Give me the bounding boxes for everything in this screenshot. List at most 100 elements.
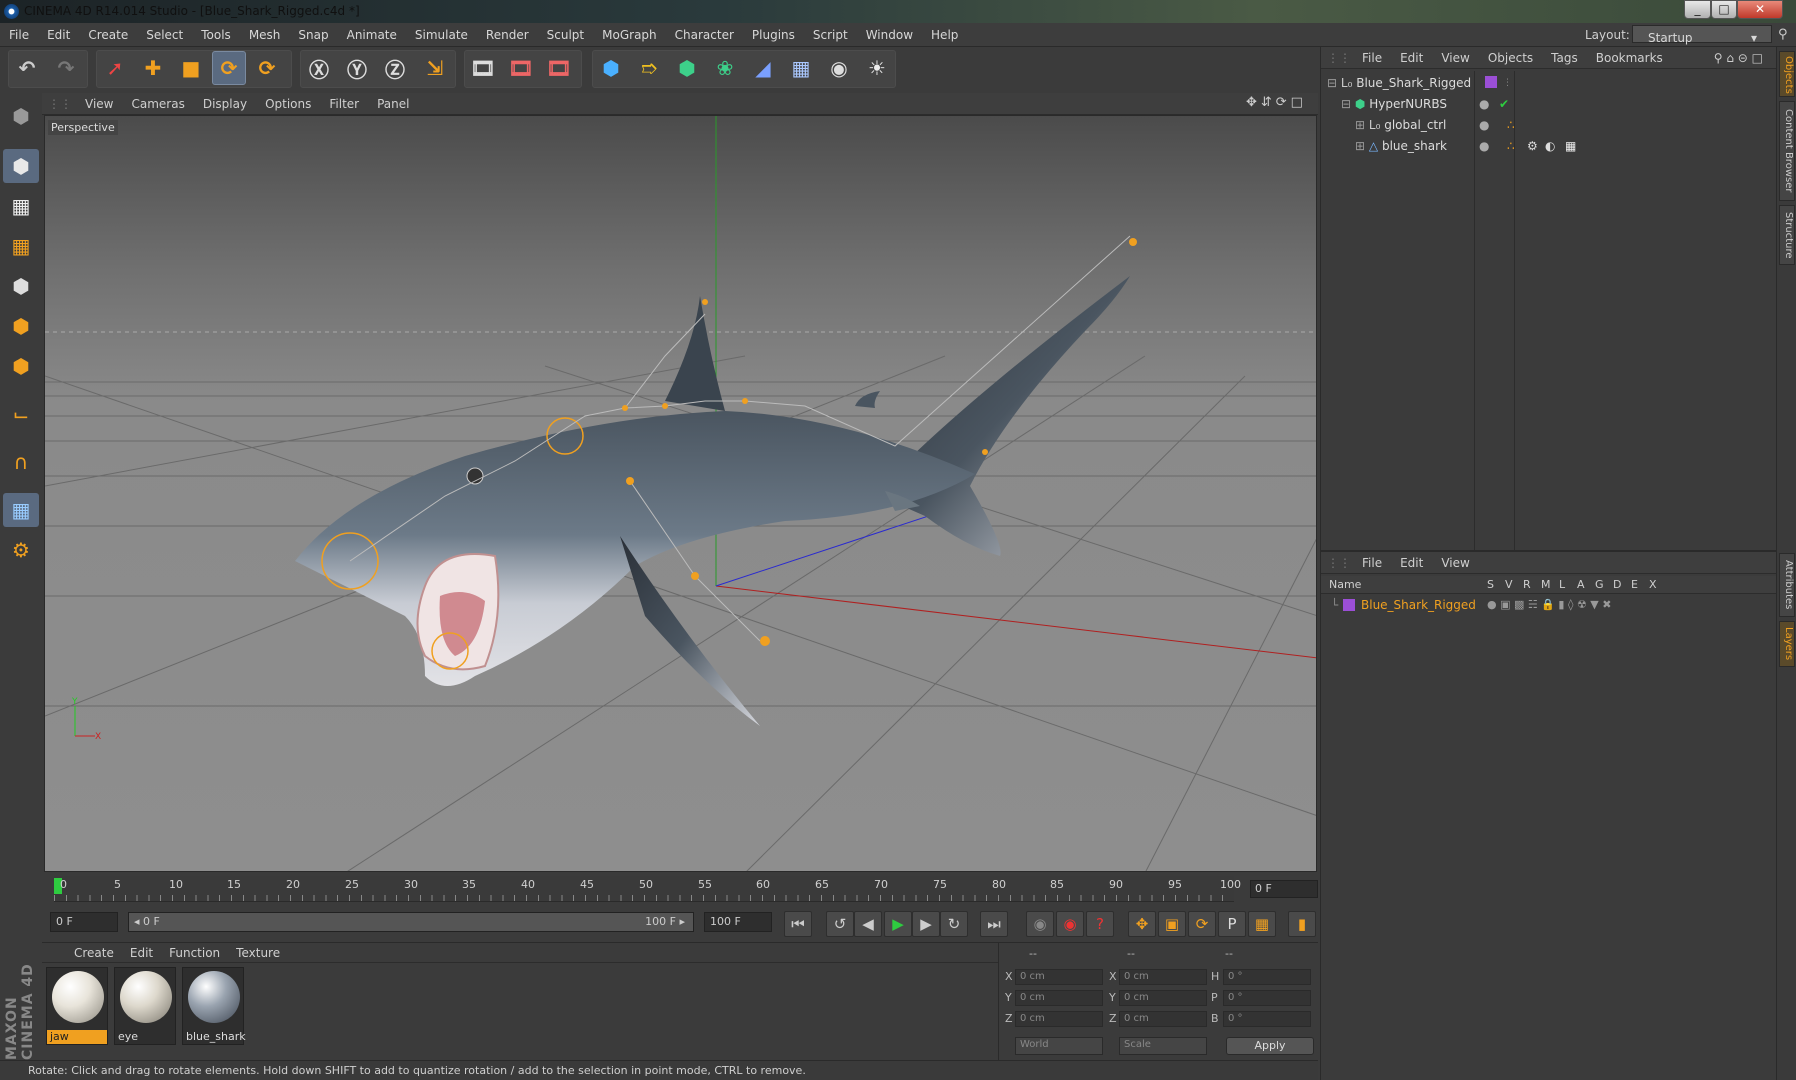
column-expressions[interactable]: E xyxy=(1631,576,1638,594)
record-icon[interactable]: ◉ xyxy=(1056,911,1084,937)
column-view[interactable]: V xyxy=(1505,576,1513,594)
viewport-menu-view[interactable]: View xyxy=(76,93,122,115)
menu-create[interactable]: Create xyxy=(79,23,137,47)
pos-z-field[interactable]: 0 cm xyxy=(1015,1011,1103,1027)
material-menu-create[interactable]: Create xyxy=(66,943,122,963)
cube-icon[interactable]: ⬢ xyxy=(594,51,628,85)
spline-pen-icon[interactable]: ➱ xyxy=(632,51,666,85)
render-view-icon[interactable]: 🎞 xyxy=(466,51,500,85)
search-icon[interactable]: ⚲ xyxy=(1778,27,1788,42)
objects-menu-view[interactable]: View xyxy=(1432,47,1478,69)
apply-button[interactable]: Apply xyxy=(1226,1037,1314,1055)
tab-structure[interactable]: Structure xyxy=(1779,205,1795,265)
material-eye[interactable]: eye xyxy=(114,967,176,1045)
camera-icon[interactable]: ◉ xyxy=(822,51,856,85)
autokey-off-icon[interactable]: ◉ xyxy=(1026,911,1054,937)
y-axis-lock-icon[interactable]: Ⓨ xyxy=(340,51,374,85)
column-manager[interactable]: M xyxy=(1541,576,1551,594)
z-axis-lock-icon[interactable]: Ⓩ xyxy=(378,51,412,85)
range-slider[interactable]: ◂ 0 F 100 F ▸ xyxy=(128,912,694,932)
size-x-field[interactable]: 0 cm xyxy=(1119,969,1207,985)
texture-mode-icon[interactable]: ▦ xyxy=(3,189,39,223)
drag-handle-icon[interactable]: ⋮⋮ xyxy=(42,93,76,115)
key-rotation-icon[interactable]: ⟳ xyxy=(1188,911,1216,937)
tab-layers[interactable]: Layers xyxy=(1779,621,1795,667)
pos-x-field[interactable]: 0 cm xyxy=(1015,969,1103,985)
layer-name[interactable]: Blue_Shark_Rigged xyxy=(1361,596,1476,614)
menu-render[interactable]: Render xyxy=(477,23,538,47)
phong-tag-icon[interactable]: ◐ xyxy=(1545,136,1555,156)
workplane-lock-icon[interactable]: ▦ xyxy=(3,493,39,527)
light-icon[interactable]: ☀ xyxy=(860,51,894,85)
key-scale-icon[interactable]: ▣ xyxy=(1158,911,1186,937)
visibility-dots-icon[interactable]: ● xyxy=(1479,136,1489,156)
menu-plugins[interactable]: Plugins xyxy=(743,23,804,47)
menu-select[interactable]: Select xyxy=(137,23,192,47)
object-row[interactable]: ⊟ L₀ Blue_Shark_Rigged ⋮ xyxy=(1327,73,1767,93)
rotate-tool-icon[interactable]: ⟳ xyxy=(212,51,246,85)
tab-content-browser[interactable]: Content Browser xyxy=(1779,101,1795,201)
floor-icon[interactable]: ▦ xyxy=(784,51,818,85)
material-menu-edit[interactable]: Edit xyxy=(122,943,161,963)
layer-color-swatch[interactable] xyxy=(1343,599,1355,611)
nurbs-icon[interactable]: ⬢ xyxy=(670,51,704,85)
menu-sculpt[interactable]: Sculpt xyxy=(538,23,593,47)
viewport-menu-display[interactable]: Display xyxy=(194,93,256,115)
texture-tag-icon[interactable]: ▦ xyxy=(1565,136,1576,156)
objects-menu-edit[interactable]: Edit xyxy=(1391,47,1432,69)
current-frame-field[interactable]: 0 F xyxy=(1250,880,1318,898)
tab-objects[interactable]: Objects xyxy=(1779,51,1795,97)
viewport-nav-icons[interactable]: ✥⇵⟳□ xyxy=(1246,95,1307,110)
layers-menu-view[interactable]: View xyxy=(1432,552,1478,574)
menu-edit[interactable]: Edit xyxy=(38,23,79,47)
viewport-menu-filter[interactable]: Filter xyxy=(320,93,368,115)
snap-icon[interactable]: ∩ xyxy=(3,445,39,479)
object-row[interactable]: ⊞ L₀ global_ctrl ● ∴ xyxy=(1355,115,1515,135)
layers-menu-edit[interactable]: Edit xyxy=(1391,552,1432,574)
material-menu-texture[interactable]: Texture xyxy=(228,943,288,963)
menu-mesh[interactable]: Mesh xyxy=(240,23,290,47)
viewport-menu-cameras[interactable]: Cameras xyxy=(122,93,193,115)
menu-tools[interactable]: Tools xyxy=(192,23,240,47)
menu-file[interactable]: File xyxy=(0,23,38,47)
drag-handle-icon[interactable]: ⋮⋮ xyxy=(1321,47,1353,69)
previous-frame-icon[interactable]: ◀ xyxy=(854,911,882,937)
menu-mograph[interactable]: MoGraph xyxy=(593,23,666,47)
column-locked[interactable]: L xyxy=(1559,576,1565,594)
expand-icon[interactable]: ⊞ xyxy=(1355,139,1365,153)
column-render[interactable]: R xyxy=(1523,576,1531,594)
axis-mode-icon[interactable]: ⌙ xyxy=(3,397,39,431)
menu-script[interactable]: Script xyxy=(804,23,857,47)
skin-tag-icon[interactable]: ⚙ xyxy=(1527,136,1538,156)
workplane-mode-icon[interactable]: ▦ xyxy=(3,229,39,263)
menu-animate[interactable]: Animate xyxy=(338,23,406,47)
3d-viewport[interactable]: Y X Perspective xyxy=(44,115,1317,872)
render-picture-viewer-icon[interactable]: 🎞 xyxy=(504,51,538,85)
previous-key-icon[interactable]: ↺ xyxy=(826,911,854,937)
minimize-button[interactable]: _ xyxy=(1684,0,1711,19)
layout-dropdown[interactable]: Startup ▾ xyxy=(1632,25,1772,45)
menu-window[interactable]: Window xyxy=(857,23,922,47)
collapse-icon[interactable]: ⊟ xyxy=(1341,97,1351,111)
menu-snap[interactable]: Snap xyxy=(289,23,337,47)
move-tool-icon[interactable]: ✚ xyxy=(136,51,170,85)
size-z-field[interactable]: 0 cm xyxy=(1119,1011,1207,1027)
size-y-field[interactable]: 0 cm xyxy=(1119,990,1207,1006)
search-icon[interactable]: ⚲ ⌂ ⊝ □ xyxy=(1705,47,1772,69)
next-frame-icon[interactable]: ▶ xyxy=(912,911,940,937)
maximize-button[interactable]: □ xyxy=(1711,0,1737,19)
menu-simulate[interactable]: Simulate xyxy=(406,23,477,47)
autokey-icon[interactable]: ? xyxy=(1086,911,1114,937)
material-menu-function[interactable]: Function xyxy=(161,943,228,963)
redo-icon[interactable]: ↷ xyxy=(49,51,83,85)
expand-icon[interactable]: ⊞ xyxy=(1355,118,1365,132)
layer-row[interactable]: └ Blue_Shark_Rigged ● ▣ ▩ ☵ 🔒 ▮ ◊ ☢ ▼ ✖ xyxy=(1321,596,1777,614)
viewport-menu-panel[interactable]: Panel xyxy=(368,93,418,115)
undo-icon[interactable]: ↶ xyxy=(10,51,44,85)
objects-menu-bookmarks[interactable]: Bookmarks xyxy=(1587,47,1672,69)
close-button[interactable]: ✕ xyxy=(1737,0,1783,19)
weight-tag-icon[interactable]: ∴ xyxy=(1507,136,1515,156)
layers-menu-file[interactable]: File xyxy=(1353,552,1391,574)
rot-p-field[interactable]: 0 ° xyxy=(1223,990,1311,1006)
visibility-dots-icon[interactable]: ● xyxy=(1479,115,1489,135)
